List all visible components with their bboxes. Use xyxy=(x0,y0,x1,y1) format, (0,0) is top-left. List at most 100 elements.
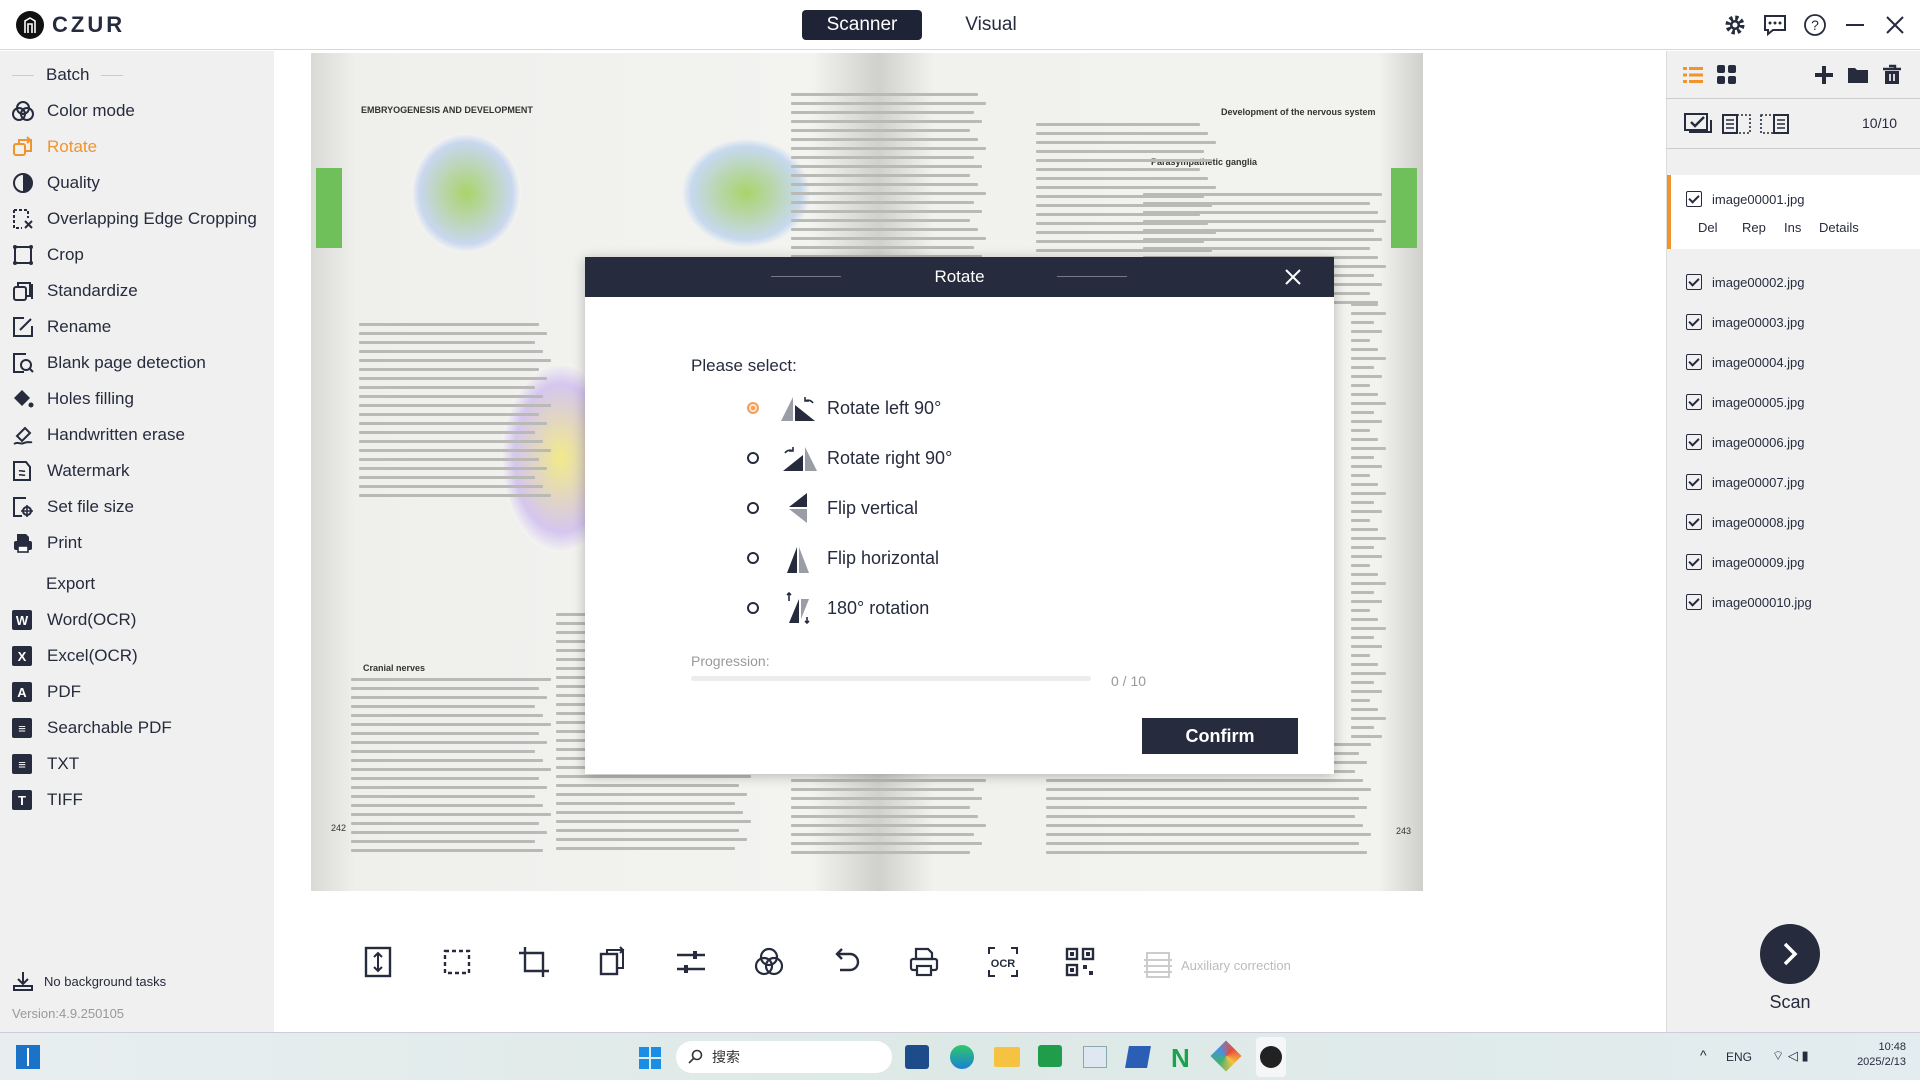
file-list-item[interactable]: image00001.jpg xyxy=(1686,187,1805,211)
clock[interactable]: 10:48 2025/2/13 xyxy=(1840,1041,1906,1068)
folder-icon[interactable] xyxy=(1847,64,1869,86)
radio-button[interactable] xyxy=(747,602,759,614)
file-list-item[interactable]: image00005.jpg xyxy=(1686,390,1805,414)
show-hidden-icons-chevron-icon[interactable]: ^ xyxy=(1700,1047,1707,1063)
file-checkbox[interactable] xyxy=(1686,354,1702,370)
list-view-icon[interactable] xyxy=(1682,64,1704,86)
sidebar-item-crop[interactable]: Crop xyxy=(12,240,84,270)
sidebar-item-rotate[interactable]: Rotate xyxy=(12,132,97,162)
radio-button[interactable] xyxy=(747,552,759,564)
widgets-icon[interactable] xyxy=(16,1045,40,1069)
file-explorer-icon[interactable] xyxy=(994,1047,1020,1067)
sidebar-item-watermark[interactable]: Watermark xyxy=(12,456,130,486)
taskbar-search[interactable]: 搜索 xyxy=(676,1041,892,1073)
file-checkbox[interactable] xyxy=(1686,274,1702,290)
export-item-searchable-pdf[interactable]: ≡ Searchable PDF xyxy=(12,713,172,743)
close-icon[interactable] xyxy=(1883,13,1907,37)
sidebar-item-print[interactable]: Print xyxy=(12,528,82,558)
edge-browser-icon[interactable] xyxy=(950,1045,974,1069)
file-checkbox[interactable] xyxy=(1686,434,1702,450)
insert-action[interactable]: Ins xyxy=(1784,220,1819,235)
czur-taskbar-icon[interactable] xyxy=(1256,1037,1286,1077)
rotate-option-180-rotation[interactable]: 180° rotation xyxy=(747,591,929,625)
file-list-item[interactable]: image000010.jpg xyxy=(1686,590,1812,614)
delete-action[interactable]: Del xyxy=(1698,220,1742,235)
network-volume-battery-icon[interactable]: ⌔ ◁ ▮ xyxy=(1772,1048,1809,1064)
confirm-button[interactable]: Confirm xyxy=(1142,718,1298,754)
sidebar-item-quality[interactable]: Quality xyxy=(12,168,100,198)
file-list-item[interactable]: image00002.jpg xyxy=(1686,270,1805,294)
minimize-icon[interactable] xyxy=(1843,13,1867,37)
export-item-excel-ocr-[interactable]: X Excel(OCR) xyxy=(12,641,138,671)
sidebar-item-holes-filling[interactable]: Holes filling xyxy=(12,384,134,414)
auxiliary-correction-button[interactable]: Auxiliary correction xyxy=(1143,950,1291,980)
radio-button[interactable] xyxy=(747,502,759,514)
file-list-item[interactable]: image00006.jpg xyxy=(1686,430,1805,454)
replace-action[interactable]: Rep xyxy=(1742,220,1784,235)
undo-icon[interactable] xyxy=(830,946,862,978)
chat-icon[interactable] xyxy=(1763,13,1787,37)
file-checkbox[interactable] xyxy=(1686,554,1702,570)
windows-start-icon[interactable] xyxy=(638,1046,662,1070)
file-checkbox[interactable] xyxy=(1686,314,1702,330)
rotate-option-flip-vertical[interactable]: Flip vertical xyxy=(747,491,918,525)
export-item-pdf[interactable]: A PDF xyxy=(12,677,81,707)
file-checkbox[interactable] xyxy=(1686,514,1702,530)
gear-icon[interactable] xyxy=(1723,13,1747,37)
help-icon[interactable]: ? xyxy=(1803,13,1827,37)
crop-icon[interactable] xyxy=(518,946,550,978)
sidebar-item-set-file-size[interactable]: Set file size xyxy=(12,492,134,522)
select-all-icon[interactable] xyxy=(1684,112,1712,136)
rotate-option-flip-horizontal[interactable]: Flip horizontal xyxy=(747,541,939,575)
sidebar-item-handwritten-erase[interactable]: Handwritten erase xyxy=(12,420,185,450)
trash-icon[interactable] xyxy=(1881,64,1903,86)
sidebar-item-blank-page-detection[interactable]: Blank page detection xyxy=(12,348,206,378)
adjust-icon[interactable] xyxy=(675,946,707,978)
color-mode-icon[interactable] xyxy=(753,946,785,978)
file-checkbox[interactable] xyxy=(1686,394,1702,410)
background-tasks-status[interactable]: No background tasks xyxy=(12,970,166,992)
select-area-icon[interactable] xyxy=(441,946,473,978)
add-icon[interactable] xyxy=(1813,64,1835,86)
rotate-option-rotate-right-90[interactable]: Rotate right 90° xyxy=(747,441,952,475)
sidebar-item-standardize[interactable]: Standardize xyxy=(12,276,138,306)
radio-button[interactable] xyxy=(747,452,759,464)
export-item-tiff[interactable]: T TIFF xyxy=(12,785,83,815)
export-item-word-ocr-[interactable]: W Word(OCR) xyxy=(12,605,136,635)
terminal-app-icon[interactable] xyxy=(1125,1046,1151,1068)
sidebar-item-overlapping-edge-cropping[interactable]: Overlapping Edge Cropping xyxy=(12,204,257,234)
chat-app-icon[interactable] xyxy=(1038,1045,1062,1067)
notes-app-icon[interactable]: N xyxy=(1171,1043,1190,1074)
export-item-txt[interactable]: ≡ TXT xyxy=(12,749,79,779)
close-icon[interactable] xyxy=(1285,269,1301,285)
select-right-icon[interactable] xyxy=(1760,112,1790,136)
tab-visual[interactable]: Visual xyxy=(956,10,1026,40)
store-app-icon[interactable] xyxy=(905,1045,929,1069)
input-language[interactable]: ENG xyxy=(1726,1050,1752,1064)
file-list-item[interactable]: image00003.jpg xyxy=(1686,310,1805,334)
print-icon[interactable] xyxy=(908,946,940,978)
select-left-icon[interactable] xyxy=(1722,112,1752,136)
pinned-app-icon[interactable] xyxy=(1210,1040,1242,1072)
rotate-option-rotate-left-90[interactable]: Rotate left 90° xyxy=(747,391,941,425)
sidebar-item-rename[interactable]: Rename xyxy=(12,312,111,342)
file-checkbox[interactable] xyxy=(1686,594,1702,610)
rotate-page-icon[interactable] xyxy=(596,946,628,978)
details-action[interactable]: Details xyxy=(1819,220,1859,235)
file-list-item[interactable]: image00009.jpg xyxy=(1686,550,1805,574)
fit-height-icon[interactable] xyxy=(362,946,394,978)
file-checkbox[interactable] xyxy=(1686,474,1702,490)
photos-app-icon[interactable] xyxy=(1083,1046,1107,1068)
qr-code-icon[interactable] xyxy=(1064,946,1096,978)
radio-button[interactable] xyxy=(747,402,759,414)
text-line xyxy=(359,368,539,371)
sidebar-item-color-mode[interactable]: Color mode xyxy=(12,96,135,126)
tab-scanner[interactable]: Scanner xyxy=(802,10,922,40)
file-list-item[interactable]: image00008.jpg xyxy=(1686,510,1805,534)
grid-view-icon[interactable] xyxy=(1716,64,1738,86)
file-list-item[interactable]: image00004.jpg xyxy=(1686,350,1805,374)
ocr-icon[interactable]: OCR xyxy=(987,946,1019,978)
file-checkbox[interactable] xyxy=(1686,191,1702,207)
scan-button[interactable] xyxy=(1760,924,1820,984)
file-list-item[interactable]: image00007.jpg xyxy=(1686,470,1805,494)
